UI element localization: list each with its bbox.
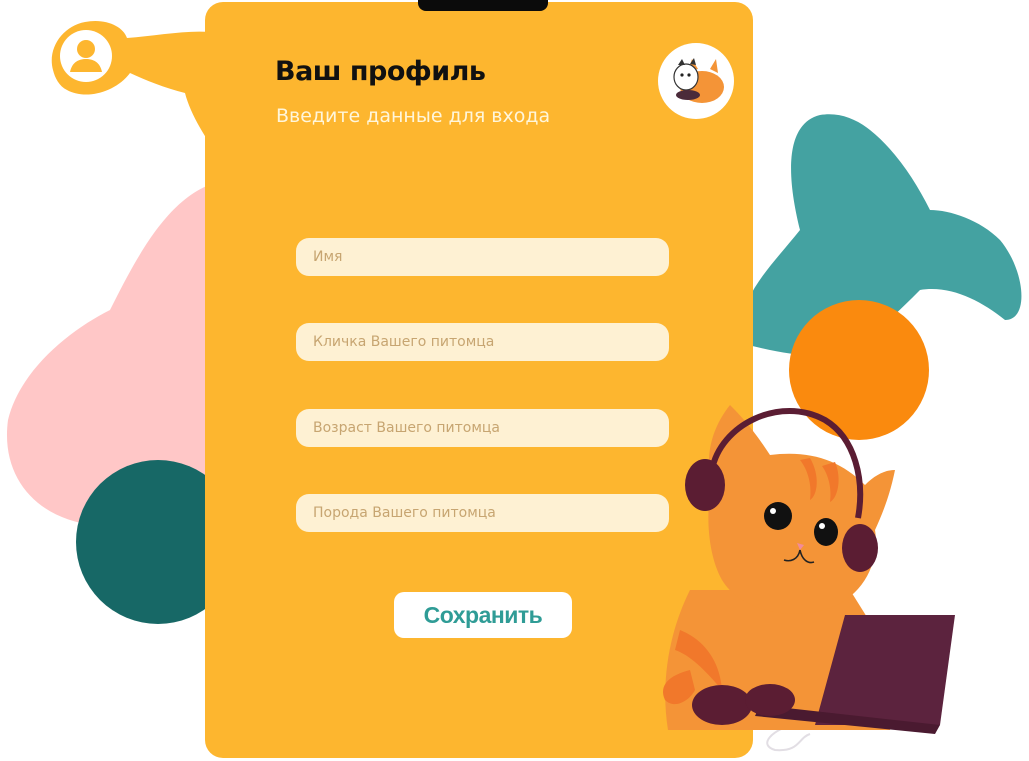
- headphones-right-cup: [842, 524, 878, 572]
- pet-age-input[interactable]: [296, 409, 669, 447]
- save-button[interactable]: Сохранить: [394, 592, 572, 638]
- cat-paw-right: [745, 684, 795, 716]
- cat-paw-left: [692, 685, 752, 725]
- cat-head: [708, 405, 895, 614]
- page-title: Ваш профиль: [275, 56, 486, 87]
- cat-illustration: [662, 405, 955, 752]
- cat-logo-avatar[interactable]: [658, 43, 734, 119]
- name-input[interactable]: [296, 238, 669, 276]
- top-notch: [418, 0, 548, 11]
- user-icon[interactable]: [52, 22, 120, 90]
- page-subtitle: Введите данные для входа: [276, 105, 551, 127]
- pet-breed-input[interactable]: [296, 494, 669, 532]
- cat-right-eye: [814, 518, 838, 546]
- pet-name-input[interactable]: [296, 323, 669, 361]
- headphones-left-cup: [685, 459, 725, 511]
- cat-left-eye: [764, 502, 792, 530]
